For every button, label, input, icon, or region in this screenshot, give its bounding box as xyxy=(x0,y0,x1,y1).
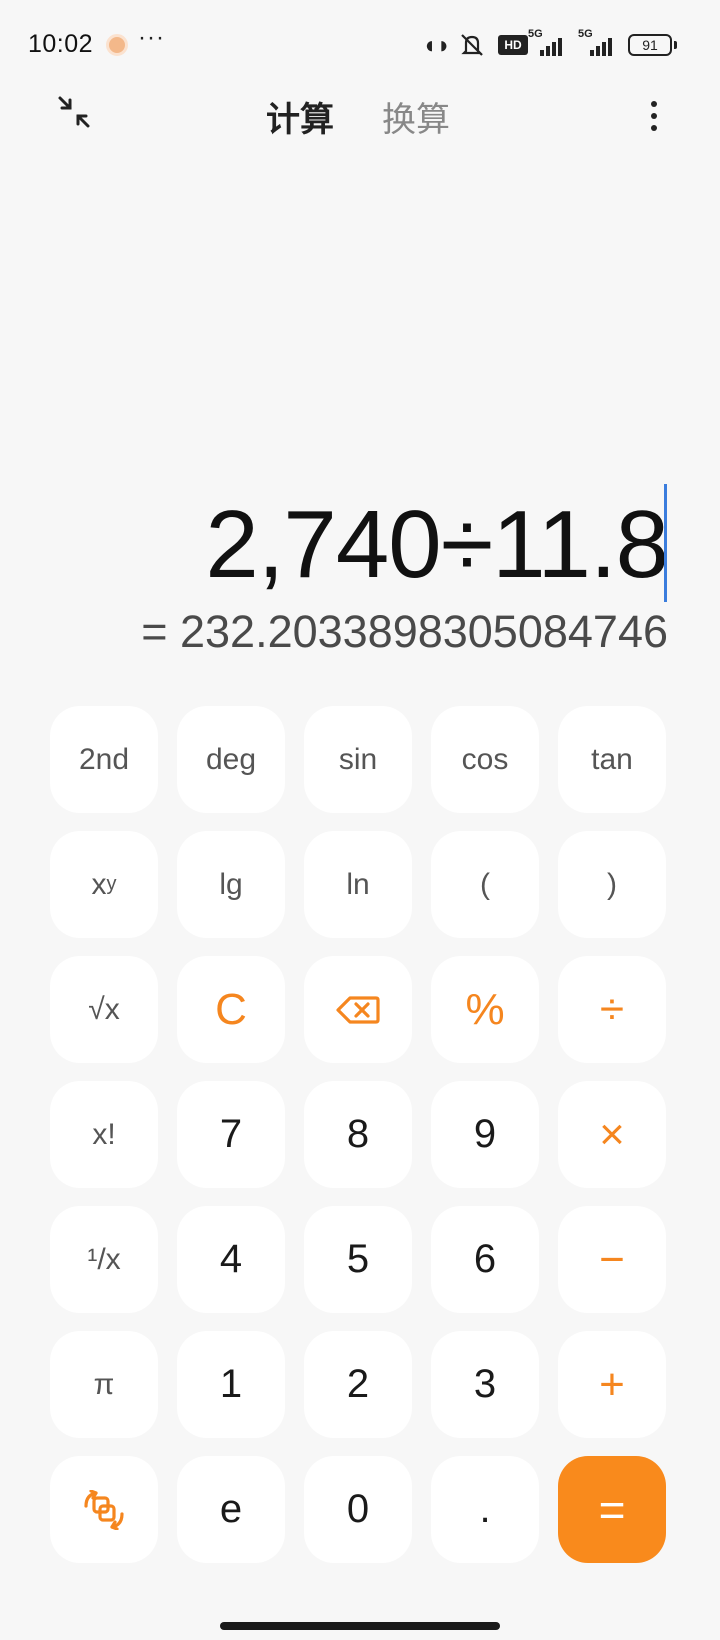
log-key[interactable]: lg xyxy=(177,831,285,938)
key-label: 4 xyxy=(219,1237,243,1281)
key-label: 7 xyxy=(219,1112,243,1156)
key-label: ) xyxy=(607,867,617,901)
subtract-key[interactable]: − xyxy=(558,1206,666,1313)
digit-2-key[interactable]: 2 xyxy=(304,1331,412,1438)
key-label: x! xyxy=(92,1117,116,1151)
collapse-icon[interactable] xyxy=(56,94,92,130)
degree-mode-key[interactable]: deg xyxy=(177,706,285,813)
key-label: tan xyxy=(591,742,633,776)
decimal-key[interactable]: . xyxy=(431,1456,539,1563)
tab-convert[interactable]: 换算 xyxy=(382,92,450,141)
digit-4-key[interactable]: 4 xyxy=(177,1206,285,1313)
key-label: 8 xyxy=(346,1112,370,1156)
battery-icon: 91 xyxy=(628,34,672,56)
calculator-screen: 10:02 ··· ◖◗ HD 5G 5G 91 计算 换算 2,740÷11.… xyxy=(0,0,720,1640)
switch-icon xyxy=(82,1489,126,1530)
key-label: ln xyxy=(346,867,370,901)
key-label: ÷ xyxy=(599,984,625,1034)
pi-key[interactable]: π xyxy=(50,1331,158,1438)
status-time: 10:02 xyxy=(28,30,94,58)
key-label: lg xyxy=(219,867,243,901)
tan-key[interactable]: tan xyxy=(558,706,666,813)
digit-0-key[interactable]: 0 xyxy=(304,1456,412,1563)
key-label: deg xyxy=(205,742,257,776)
key-label: 0 xyxy=(346,1487,370,1531)
digit-9-key[interactable]: 9 xyxy=(431,1081,539,1188)
key-label: × xyxy=(599,1109,625,1159)
key-superscript: y xyxy=(106,873,117,895)
switch-mode-key[interactable] xyxy=(50,1456,158,1563)
e-key[interactable]: e xyxy=(177,1456,285,1563)
mute-icon xyxy=(458,32,486,58)
hd-voice-badge: HD xyxy=(498,35,528,55)
status-bar: 10:02 ··· ◖◗ HD 5G 5G 91 xyxy=(0,0,720,90)
result-display: = 232.2033898305084746 xyxy=(141,606,668,657)
key-label: 2 xyxy=(346,1362,370,1406)
factorial-key[interactable]: x! xyxy=(50,1081,158,1188)
key-label: sin xyxy=(338,742,378,776)
digit-7-key[interactable]: 7 xyxy=(177,1081,285,1188)
percent-key[interactable]: % xyxy=(431,956,539,1063)
equals-key[interactable]: = xyxy=(558,1456,666,1563)
key-label: = xyxy=(598,1483,626,1536)
key-label: ( xyxy=(480,867,490,901)
clear-key[interactable]: C xyxy=(177,956,285,1063)
key-label: . xyxy=(479,1487,491,1531)
key-label: √x xyxy=(88,992,120,1026)
digit-8-key[interactable]: 8 xyxy=(304,1081,412,1188)
key-label: ¹/x xyxy=(87,1242,121,1276)
key-label: π xyxy=(93,1367,115,1401)
key-label: x xyxy=(91,867,107,901)
backspace-icon xyxy=(336,995,380,1025)
key-label: − xyxy=(599,1234,625,1284)
power-key[interactable]: xy xyxy=(50,831,158,938)
battery-tip xyxy=(674,41,677,49)
signal-icon-sim1: 5G xyxy=(528,28,562,58)
key-label: 5 xyxy=(346,1237,370,1281)
divide-key[interactable]: ÷ xyxy=(558,956,666,1063)
digit-1-key[interactable]: 1 xyxy=(177,1331,285,1438)
key-label: 9 xyxy=(473,1112,497,1156)
second-function-key[interactable]: 2nd xyxy=(50,706,158,813)
signal-icon-sim2: 5G xyxy=(578,28,612,58)
keypad: 2nd deg sin cos tan x y lg ln () √x C% ÷ x! 7 8 9 × ¹/x 4 5 6… xyxy=(50,706,670,1563)
app-header: 计算 换算 xyxy=(0,80,720,154)
key-label: cos xyxy=(461,742,509,776)
key-label: e xyxy=(219,1487,243,1531)
key-label: 1 xyxy=(219,1362,243,1406)
ln-key[interactable]: ln xyxy=(304,831,412,938)
tab-calculate[interactable]: 计算 xyxy=(266,92,334,141)
more-notifications-icon: ··· xyxy=(138,24,165,51)
backspace-key[interactable] xyxy=(304,956,412,1063)
cos-key[interactable]: cos xyxy=(431,706,539,813)
multiply-key[interactable]: × xyxy=(558,1081,666,1188)
text-cursor xyxy=(664,484,667,602)
reciprocal-key[interactable]: ¹/x xyxy=(50,1206,158,1313)
digit-3-key[interactable]: 3 xyxy=(431,1331,539,1438)
close-paren-key[interactable]: ) xyxy=(558,831,666,938)
more-menu-icon[interactable] xyxy=(644,98,664,134)
sqrt-key[interactable]: √x xyxy=(50,956,158,1063)
home-indicator[interactable] xyxy=(220,1622,500,1630)
expression-display[interactable]: 2,740÷11.8 xyxy=(205,490,669,600)
open-paren-key[interactable]: ( xyxy=(431,831,539,938)
app-notification-icon xyxy=(106,34,128,56)
add-key[interactable]: + xyxy=(558,1331,666,1438)
key-label: % xyxy=(465,984,505,1034)
digit-5-key[interactable]: 5 xyxy=(304,1206,412,1313)
earbuds-icon: ◖◗ xyxy=(422,32,451,59)
key-label: 6 xyxy=(473,1237,497,1281)
sin-key[interactable]: sin xyxy=(304,706,412,813)
key-label: + xyxy=(599,1359,625,1409)
digit-6-key[interactable]: 6 xyxy=(431,1206,539,1313)
key-label: 3 xyxy=(473,1362,497,1406)
key-label: 2nd xyxy=(78,742,130,776)
key-label: C xyxy=(215,984,247,1034)
